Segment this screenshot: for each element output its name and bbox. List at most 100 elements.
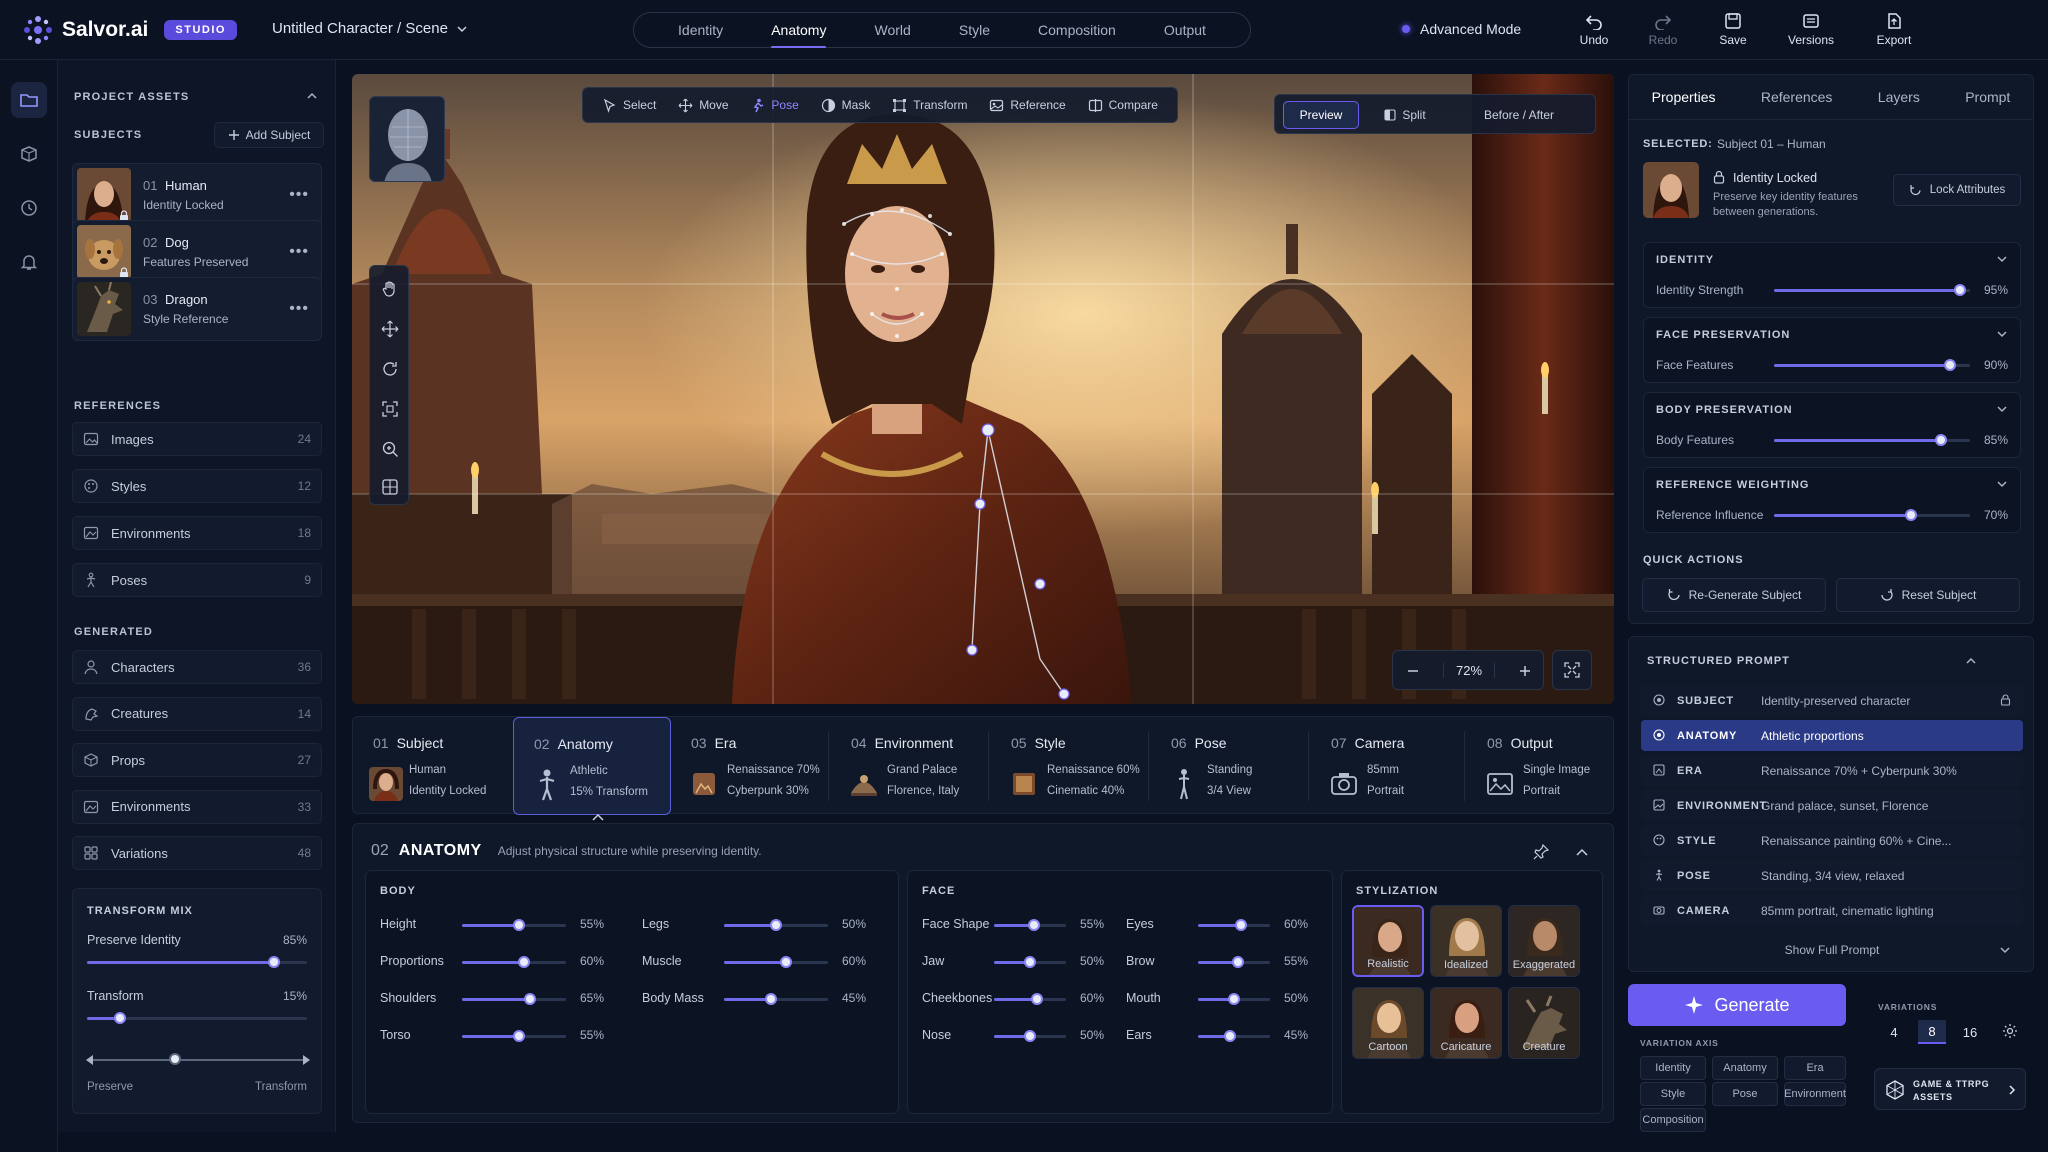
rail-assets-button[interactable] <box>11 82 47 118</box>
slider-knob[interactable] <box>114 1012 126 1024</box>
prompt-row-style[interactable]: STYLE Renaissance painting 60% + Cine... <box>1641 825 2023 856</box>
zoom-icon[interactable] <box>381 440 399 458</box>
preserve-identity-slider[interactable] <box>87 956 307 968</box>
subject-card-human[interactable]: 01 Human Identity Locked ••• <box>72 163 322 227</box>
list-item-poses[interactable]: Poses 9 <box>72 563 322 597</box>
slider-brow[interactable] <box>1198 956 1270 968</box>
subject-card-dragon[interactable]: 03 Dragon Style Reference ••• <box>72 277 322 341</box>
regenerate-subject-button[interactable]: Re-Generate Subject <box>1642 578 1826 612</box>
slider-knob[interactable] <box>1024 956 1036 968</box>
list-item-creatures[interactable]: Creatures 14 <box>72 696 322 731</box>
prompt-row-anatomy[interactable]: ANATOMY Athletic proportions <box>1641 720 2023 751</box>
chevron-up-icon[interactable] <box>1575 846 1589 858</box>
chevron-down-icon[interactable] <box>1996 478 2008 490</box>
axis-chip-era[interactable]: Era <box>1784 1056 1846 1080</box>
tool-select[interactable]: Select <box>602 98 656 113</box>
slider-knob[interactable] <box>1231 956 1244 968</box>
move-icon[interactable] <box>381 320 399 338</box>
slider-knob[interactable] <box>1027 919 1040 931</box>
slider-torso[interactable] <box>462 1030 566 1042</box>
axis-chip-environment[interactable]: Environment <box>1784 1082 1846 1106</box>
advanced-mode-toggle[interactable]: Advanced Mode <box>1402 21 1521 37</box>
slider-knob[interactable] <box>1031 993 1044 1005</box>
slider-knob[interactable] <box>1024 1030 1036 1042</box>
slider-knob[interactable] <box>764 993 777 1005</box>
tab-identity[interactable]: Identity <box>678 16 723 44</box>
slider-knob[interactable] <box>1954 284 1967 296</box>
gear-icon[interactable] <box>2002 1023 2018 1039</box>
slider-face-features[interactable] <box>1774 359 1970 371</box>
slider-height[interactable] <box>462 919 566 931</box>
axis-chip-anatomy[interactable]: Anatomy <box>1712 1056 1778 1080</box>
more-options-icon[interactable]: ••• <box>289 186 309 204</box>
slider-body-features[interactable] <box>1774 434 1970 446</box>
more-options-icon[interactable]: ••• <box>289 243 309 261</box>
slider-knob[interactable] <box>1235 919 1248 931</box>
zoom-level[interactable]: 72% <box>1443 663 1495 678</box>
step-pose[interactable]: 06 Pose Standing 3/4 View <box>1151 717 1309 815</box>
slider-identity-strength[interactable] <box>1774 284 1970 296</box>
balance-knob[interactable] <box>169 1053 181 1065</box>
style-creature[interactable]: Creature <box>1508 987 1580 1059</box>
view-before-after[interactable]: Before / After <box>1449 101 1589 129</box>
balance-track[interactable] <box>87 1059 307 1061</box>
view-split[interactable]: Split <box>1367 101 1443 129</box>
variation-count-16[interactable]: 16 <box>1956 1020 1984 1044</box>
tool-move[interactable]: Move <box>678 98 729 113</box>
slider-jaw[interactable] <box>994 956 1066 968</box>
tab-style[interactable]: Style <box>959 16 990 44</box>
axis-chip-composition[interactable]: Composition <box>1640 1108 1706 1132</box>
reset-subject-button[interactable]: Reset Subject <box>1836 578 2020 612</box>
slider-body-mass[interactable] <box>724 993 828 1005</box>
tab-world[interactable]: World <box>875 16 911 44</box>
chevron-down-icon[interactable] <box>1996 403 2008 415</box>
subject-card-dog[interactable]: 02 Dog Features Preserved ••• <box>72 220 322 284</box>
lock-attributes-button[interactable]: Lock Attributes <box>1893 174 2021 206</box>
main-canvas[interactable] <box>352 74 1614 704</box>
game-ttrpg-assets-button[interactable]: GAME & TTRPG ASSETS <box>1874 1068 2026 1110</box>
rotate-icon[interactable] <box>381 360 399 378</box>
pin-icon[interactable] <box>1533 844 1549 860</box>
tab-properties[interactable]: Properties <box>1643 79 1724 122</box>
prompt-row-era[interactable]: ERA Renaissance 70% + Cyberpunk 30% <box>1641 755 2023 786</box>
slider-nose[interactable] <box>994 1030 1066 1042</box>
axis-chip-style[interactable]: Style <box>1640 1082 1706 1106</box>
crop-icon[interactable] <box>381 400 399 418</box>
tab-references[interactable]: References <box>1761 79 1833 115</box>
rail-library-button[interactable] <box>11 136 47 172</box>
tool-reference[interactable]: Reference <box>989 98 1066 113</box>
slider-knob[interactable] <box>1228 993 1240 1005</box>
list-item-environments[interactable]: Environments 33 <box>72 789 322 824</box>
tool-pose[interactable]: Pose <box>750 98 799 113</box>
style-idealized[interactable]: Idealized <box>1430 905 1502 977</box>
slider-muscle[interactable] <box>724 956 828 968</box>
slider-cheekbones[interactable] <box>994 993 1066 1005</box>
slider-knob[interactable] <box>1224 1030 1237 1042</box>
hand-icon[interactable] <box>381 280 399 298</box>
slider-knob[interactable] <box>1905 509 1918 521</box>
style-caricature[interactable]: Caricature <box>1430 987 1502 1059</box>
rail-notifications-button[interactable] <box>11 244 47 280</box>
tab-composition[interactable]: Composition <box>1038 16 1116 44</box>
prompt-row-pose[interactable]: POSE Standing, 3/4 view, relaxed <box>1641 860 2023 891</box>
view-preview[interactable]: Preview <box>1283 101 1359 129</box>
zoom-out-icon[interactable] <box>1407 665 1419 677</box>
step-output[interactable]: 08 Output Single Image Portrait <box>1467 717 1613 815</box>
slider-face-shape[interactable] <box>994 919 1066 931</box>
slider-ears[interactable] <box>1198 1030 1270 1042</box>
add-subject-button[interactable]: Add Subject <box>214 122 324 148</box>
slider-knob[interactable] <box>513 1030 526 1042</box>
style-realistic[interactable]: Realistic <box>1352 905 1424 977</box>
variation-count-4[interactable]: 4 <box>1880 1020 1908 1044</box>
chevron-up-icon[interactable] <box>1965 655 1977 667</box>
tool-compare[interactable]: Compare <box>1088 98 1158 113</box>
slider-knob[interactable] <box>513 919 526 931</box>
face-reference-thumbnail[interactable] <box>369 96 445 182</box>
slider-knob[interactable] <box>518 956 531 968</box>
step-subject[interactable]: 01 Subject Human Identity Locked <box>353 717 511 815</box>
list-item-variations[interactable]: Variations 48 <box>72 836 322 870</box>
slider-legs[interactable] <box>724 919 828 931</box>
document-title[interactable]: Untitled Character / Scene <box>272 20 468 37</box>
prompt-row-subject[interactable]: SUBJECT Identity-preserved character <box>1641 685 2023 716</box>
prompt-row-environment[interactable]: ENVIRONMENT Grand palace, sunset, Florenc… <box>1641 790 2023 821</box>
